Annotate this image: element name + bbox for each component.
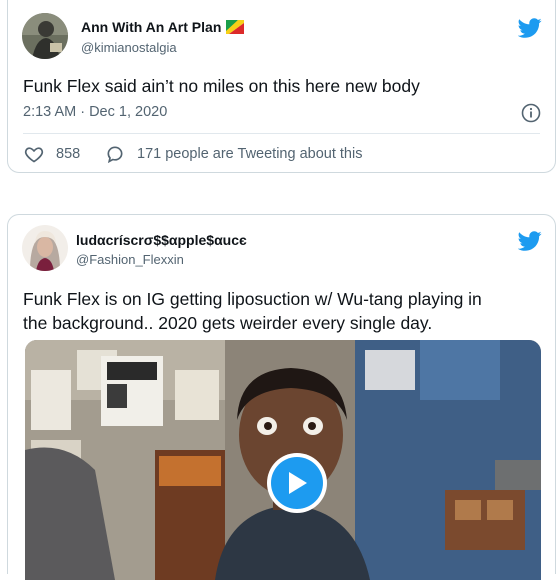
twitter-bird-icon[interactable]: [518, 16, 542, 40]
avatar[interactable]: [22, 225, 68, 271]
reply-bubble-icon: [107, 146, 123, 164]
display-name[interactable]: Ann With An Art Plan: [81, 19, 245, 37]
tweet-text: Funk Flex is on IG getting liposuction w…: [23, 287, 548, 335]
play-icon: [271, 457, 323, 509]
info-icon[interactable]: [521, 103, 541, 123]
tweet-text: Funk Flex said ain’t no miles on this he…: [23, 76, 420, 96]
tweet-card[interactable]: ludαcríscrσ$$αpple$αucє @Fashion_Flexxin…: [7, 214, 556, 580]
heart-icon: [24, 147, 44, 163]
tweet-text-line: the background.. 2020 gets weirder every…: [23, 313, 433, 333]
display-name[interactable]: ludαcríscrσ$$αpple$αucє: [76, 232, 247, 248]
timestamp[interactable]: 2:13 AM · Dec 1, 2020: [23, 104, 167, 120]
activity-text: 171 people are Tweeting about this: [137, 146, 363, 162]
handle[interactable]: @Fashion_Flexxin: [76, 252, 184, 267]
conversation-link[interactable]: 171 people are Tweeting about this: [105, 144, 362, 164]
handle[interactable]: @kimianostalgia: [81, 40, 177, 55]
tweet-card[interactable]: Ann With An Art Plan @kimianostalgia Fun…: [7, 0, 556, 173]
like-button[interactable]: 858: [24, 144, 80, 164]
divider: [23, 133, 540, 134]
like-count: 858: [56, 146, 81, 162]
flag-icon: [226, 20, 245, 37]
play-button[interactable]: [267, 453, 327, 513]
tweet-text-line: Funk Flex is on IG getting liposuction w…: [23, 289, 482, 309]
avatar[interactable]: [22, 13, 68, 59]
video-player[interactable]: [25, 340, 541, 580]
twitter-bird-icon[interactable]: [518, 229, 542, 253]
